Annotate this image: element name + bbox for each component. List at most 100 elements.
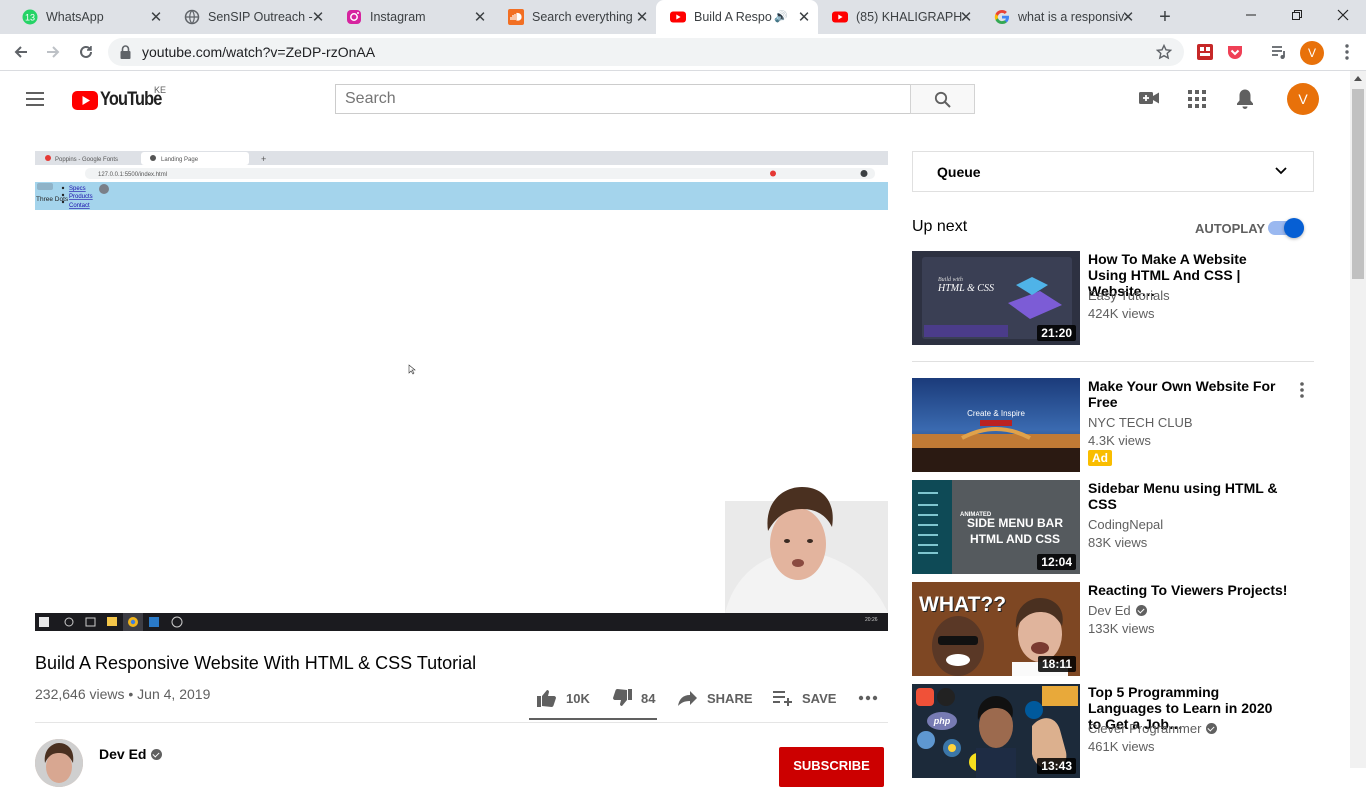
page-scrollbar[interactable]	[1350, 71, 1366, 768]
hamburger-icon	[26, 92, 44, 106]
channel-avatar-image	[35, 739, 83, 787]
up-next-heading: Up next	[912, 218, 968, 235]
video-thumbnail[interactable]: php 13:43	[912, 684, 1080, 778]
svg-text:HTML AND CSS: HTML AND CSS	[970, 532, 1060, 546]
video-player[interactable]: Poppins - Google Fonts Landing Page + 12…	[35, 151, 888, 631]
scrollbar-thumb[interactable]	[1352, 89, 1364, 279]
minimize-button[interactable]	[1228, 0, 1274, 30]
youtube-header: YouTube KE V	[0, 71, 1350, 127]
tab-build-responsive[interactable]: Build A Respo 🔊 ✕	[656, 0, 818, 34]
recommended-views: 133K views	[1088, 621, 1155, 636]
video-thumbnail[interactable]: WHAT?? 18:11	[912, 582, 1080, 676]
tab-close-icon[interactable]: ✕	[1120, 9, 1136, 25]
tab-close-icon[interactable]: ✕	[958, 9, 974, 25]
save-button[interactable]: SAVE	[773, 688, 836, 708]
browser-menu-button[interactable]	[1334, 39, 1360, 65]
new-tab-button[interactable]: +	[1153, 5, 1177, 29]
search-button[interactable]	[910, 84, 975, 114]
back-button[interactable]	[8, 39, 34, 65]
notifications-button[interactable]	[1236, 88, 1254, 110]
autoplay-toggle[interactable]	[1268, 218, 1304, 238]
guide-menu-button[interactable]	[24, 89, 46, 109]
browser-profile-avatar[interactable]: V	[1300, 41, 1324, 65]
list-item[interactable]: Create & Inspire Make Your Own Website F…	[912, 378, 1314, 472]
svg-text:13: 13	[25, 13, 35, 23]
browser-tab-strip: 13 WhatsApp ✕ SenSIP Outreach - ✕ Instag…	[0, 0, 1366, 34]
svg-text:+: +	[261, 154, 266, 164]
video-frame: Poppins - Google Fonts Landing Page + 12…	[35, 151, 888, 631]
url-text[interactable]: youtube.com/watch?v=ZeDP-rzOnAA	[142, 44, 375, 60]
list-item[interactable]: Build with HTML & CSS 21:20 How To Make …	[912, 251, 1314, 345]
google-icon	[994, 10, 1009, 24]
restore-button[interactable]	[1274, 0, 1320, 30]
verified-check-icon	[1135, 605, 1147, 616]
recommended-channel[interactable]: Easy Tutorials	[1088, 288, 1170, 303]
account-avatar[interactable]: V	[1287, 83, 1319, 115]
chevron-down-icon[interactable]	[1275, 167, 1287, 175]
instagram-icon	[347, 10, 361, 24]
bookmark-star-icon[interactable]	[1156, 44, 1172, 60]
recommended-channel[interactable]: Dev Ed	[1088, 603, 1131, 618]
duration-badge: 18:11	[1037, 656, 1076, 672]
scroll-up-icon[interactable]	[1354, 75, 1362, 81]
list-item[interactable]: ANIMATED SIDE MENU BAR HTML AND CSS 12:0…	[912, 480, 1314, 574]
tab-instagram[interactable]: Instagram ✕	[332, 0, 494, 34]
recommended-channel-row[interactable]: Clever Programmer	[1088, 721, 1218, 736]
tab-close-icon[interactable]: ✕	[472, 9, 488, 25]
duration-badge: 21:20	[1037, 325, 1076, 341]
tab-close-icon[interactable]: ✕	[634, 9, 650, 25]
kebab-menu-icon[interactable]	[1300, 382, 1304, 398]
tab-khaligraph[interactable]: (85) KHALIGRAPH ✕	[818, 0, 980, 34]
address-bar[interactable]: youtube.com/watch?v=ZeDP-rzOnAA	[108, 38, 1184, 66]
search-icon	[934, 91, 951, 108]
close-window-button[interactable]	[1320, 0, 1366, 30]
pocket-button[interactable]	[1222, 39, 1248, 65]
browser-toolbar: youtube.com/watch?v=ZeDP-rzOnAA V	[0, 34, 1366, 71]
tab-sensip[interactable]: SenSIP Outreach - ✕	[170, 0, 332, 34]
create-video-button[interactable]	[1138, 89, 1160, 107]
recommended-title[interactable]: Sidebar Menu using HTML & CSS	[1088, 480, 1288, 512]
channel-name[interactable]: Dev Ed	[99, 746, 146, 762]
tab-soundcloud[interactable]: Search everything ✕	[494, 0, 656, 34]
divider	[912, 361, 1314, 362]
save-label: SAVE	[802, 690, 837, 706]
queue-panel[interactable]: Queue	[912, 151, 1314, 192]
like-button[interactable]: 10K	[537, 688, 590, 708]
youtube-logo[interactable]: YouTube KE	[72, 85, 171, 111]
channel-avatar[interactable]	[35, 739, 83, 787]
recommended-channel[interactable]: NYC TECH CLUB	[1088, 415, 1193, 430]
tab-google-search[interactable]: what is a responsiv ✕	[980, 0, 1142, 34]
share-button[interactable]: SHARE	[678, 688, 753, 708]
channel-name-row[interactable]: Dev Ed	[99, 746, 163, 762]
speaker-icon[interactable]: 🔊	[774, 10, 788, 23]
media-control-button[interactable]	[1266, 39, 1292, 65]
playlist-add-icon	[773, 691, 792, 706]
thumbs-down-icon	[613, 689, 632, 706]
recommended-title[interactable]: Make Your Own Website For Free	[1088, 378, 1288, 410]
search-input[interactable]	[335, 84, 911, 114]
list-item[interactable]: WHAT?? 18:11 Reacting To Viewers Project…	[912, 582, 1314, 676]
globe-icon	[184, 9, 200, 25]
more-actions-button[interactable]	[858, 688, 878, 708]
lock-icon	[120, 45, 131, 59]
tab-close-icon[interactable]: ✕	[310, 9, 326, 25]
dislike-button[interactable]: 84	[612, 688, 655, 708]
reload-button[interactable]	[73, 39, 99, 65]
recommended-channel[interactable]: CodingNepal	[1088, 517, 1163, 532]
recommended-channel-row[interactable]: Dev Ed	[1088, 603, 1147, 618]
tab-close-icon[interactable]: ✕	[148, 9, 164, 25]
video-camera-plus-icon	[1139, 92, 1159, 104]
apps-button[interactable]	[1188, 90, 1206, 108]
video-thumbnail[interactable]: Create & Inspire	[912, 378, 1080, 472]
tab-close-icon[interactable]: ✕	[796, 9, 812, 25]
subscribe-button[interactable]: SUBSCRIBE	[779, 747, 884, 787]
extension-button[interactable]	[1192, 39, 1218, 65]
recommended-channel[interactable]: Clever Programmer	[1088, 721, 1201, 736]
recommended-title[interactable]: Reacting To Viewers Projects!	[1088, 582, 1288, 598]
forward-button[interactable]	[40, 39, 66, 65]
video-thumbnail[interactable]: ANIMATED SIDE MENU BAR HTML AND CSS 12:0…	[912, 480, 1080, 574]
list-item[interactable]: php 13:43 Top 5 Programming Languages to…	[912, 684, 1314, 778]
video-thumbnail[interactable]: Build with HTML & CSS 21:20	[912, 251, 1080, 345]
tab-whatsapp[interactable]: 13 WhatsApp ✕	[8, 0, 170, 34]
tab-label: Build A Respo	[694, 10, 772, 24]
